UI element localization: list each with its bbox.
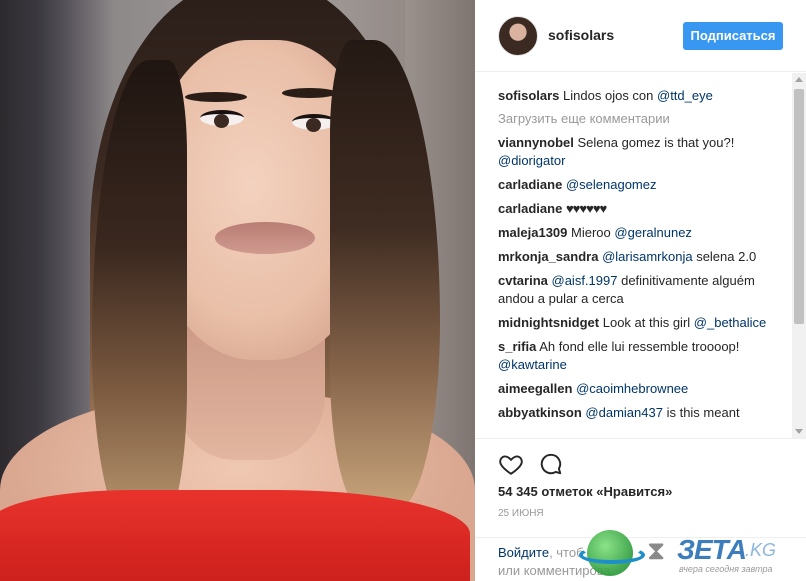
scrollbar-thumb[interactable] — [794, 89, 804, 324]
post-date[interactable]: 25 июня — [498, 508, 544, 519]
photo-lips — [215, 222, 315, 254]
comment-text: Look at this girl — [602, 315, 691, 330]
likes-count[interactable]: 54 345 отметок «Нравится» — [498, 484, 672, 499]
comment-text: Ah fond elle lui ressemble troooop! — [539, 339, 740, 354]
comment-username[interactable]: abbyatkinson — [498, 405, 582, 420]
post-panel: sofisolars Подписаться sofisolars Lindos… — [475, 0, 806, 581]
comment-username[interactable]: mrkonja_sandra — [498, 249, 598, 264]
avatar[interactable] — [498, 16, 538, 56]
comment-mention[interactable]: @larisamrkonja — [602, 249, 693, 264]
comment-username[interactable]: aimeegallen — [498, 381, 572, 396]
comment-mention[interactable]: @aisf.1997 — [552, 273, 618, 288]
header-username[interactable]: sofisolars — [548, 27, 614, 43]
comment-mention[interactable]: @damian437 — [585, 405, 663, 420]
comment-username[interactable]: midnightsnidget — [498, 315, 599, 330]
caption-mention[interactable]: @ttd_eye — [657, 88, 713, 103]
photo-brow-left — [185, 92, 247, 102]
comment-username[interactable]: maleja1309 — [498, 225, 567, 240]
comment-item: midnightsnidget Look at this girl @_beth… — [498, 314, 783, 332]
comment-username[interactable]: carladiane — [498, 201, 562, 216]
comment-item: mrkonja_sandra @larisamrkonja selena 2.0 — [498, 248, 783, 266]
comment-text: ♥♥♥♥♥♥ — [565, 201, 607, 216]
comment-mention[interactable]: @geralnunez — [614, 225, 692, 240]
speech-bubble-icon[interactable] — [538, 451, 564, 477]
comments-list[interactable]: sofisolars Lindos ojos con @ttd_eye Загр… — [475, 73, 806, 438]
comment-item: viannynobel Selena gomez is that you?! @… — [498, 134, 783, 170]
scroll-down-arrow-icon[interactable] — [795, 429, 803, 434]
hourglass-icon: ⧗ — [647, 536, 666, 566]
post-photo[interactable] — [0, 0, 475, 581]
post-header: sofisolars Подписаться — [475, 0, 806, 72]
comment-item: aimeegallen @caoimhebrownee — [498, 380, 783, 398]
caption-username[interactable]: sofisolars — [498, 88, 559, 103]
caption: sofisolars Lindos ojos con @ttd_eye — [498, 87, 783, 105]
caption-text: Lindos ojos con — [563, 88, 657, 103]
comment-text: selena 2.0 — [696, 249, 757, 264]
comment-item: carladiane @selenagomez — [498, 176, 783, 194]
comment-mention[interactable]: @caoimhebrownee — [576, 381, 688, 396]
orbit-ring-icon — [579, 546, 645, 564]
comment-item: abbyatkinson @damian437 is this meant — [498, 404, 783, 422]
comment-text: Mieroo — [571, 225, 611, 240]
login-text-part: , чтоб — [549, 545, 584, 560]
comment-username[interactable]: s_rifia — [498, 339, 536, 354]
comment-mention[interactable]: @selenagomez — [566, 177, 657, 192]
comment-mention[interactable]: @diorigator — [498, 153, 565, 168]
watermark-name: ЗЕТА — [677, 534, 747, 565]
photo-brow-right — [282, 88, 337, 98]
comment-item: s_rifia Ah fond elle lui ressemble trooo… — [498, 338, 783, 374]
comment-item: carladiane ♥♥♥♥♥♥ — [498, 200, 783, 218]
comment-item: cvtarina @aisf.1997 definitivamente algu… — [498, 272, 783, 308]
photo-red-top — [0, 490, 470, 581]
comment-text: is this meant — [666, 405, 740, 420]
comment-mention[interactable]: @_bethalice — [694, 315, 766, 330]
watermark-tld: .KG — [745, 540, 777, 560]
comment-username[interactable]: viannynobel — [498, 135, 574, 150]
photo-eye-left — [200, 110, 244, 128]
comment-text: Selena gomez is that you?! — [577, 135, 735, 150]
comment-username[interactable]: cvtarina — [498, 273, 548, 288]
comment-username[interactable]: carladiane — [498, 177, 562, 192]
comment-mention[interactable]: @kawtarine — [498, 357, 567, 372]
scroll-up-arrow-icon[interactable] — [795, 77, 803, 82]
comment-item: maleja1309 Mieroo @geralnunez — [498, 224, 783, 242]
heart-icon[interactable] — [498, 451, 524, 477]
watermark-tagline: вчера сегодня завтра — [679, 564, 773, 574]
login-link[interactable]: Войдите — [498, 545, 549, 560]
watermark-logo: ⧗ ЗЕТА .KG вчера сегодня завтра — [579, 528, 805, 581]
comments-scrollbar[interactable] — [792, 73, 806, 438]
follow-button[interactable]: Подписаться — [683, 22, 783, 50]
load-more-comments-link[interactable]: Загрузить еще комментарии — [498, 111, 783, 126]
